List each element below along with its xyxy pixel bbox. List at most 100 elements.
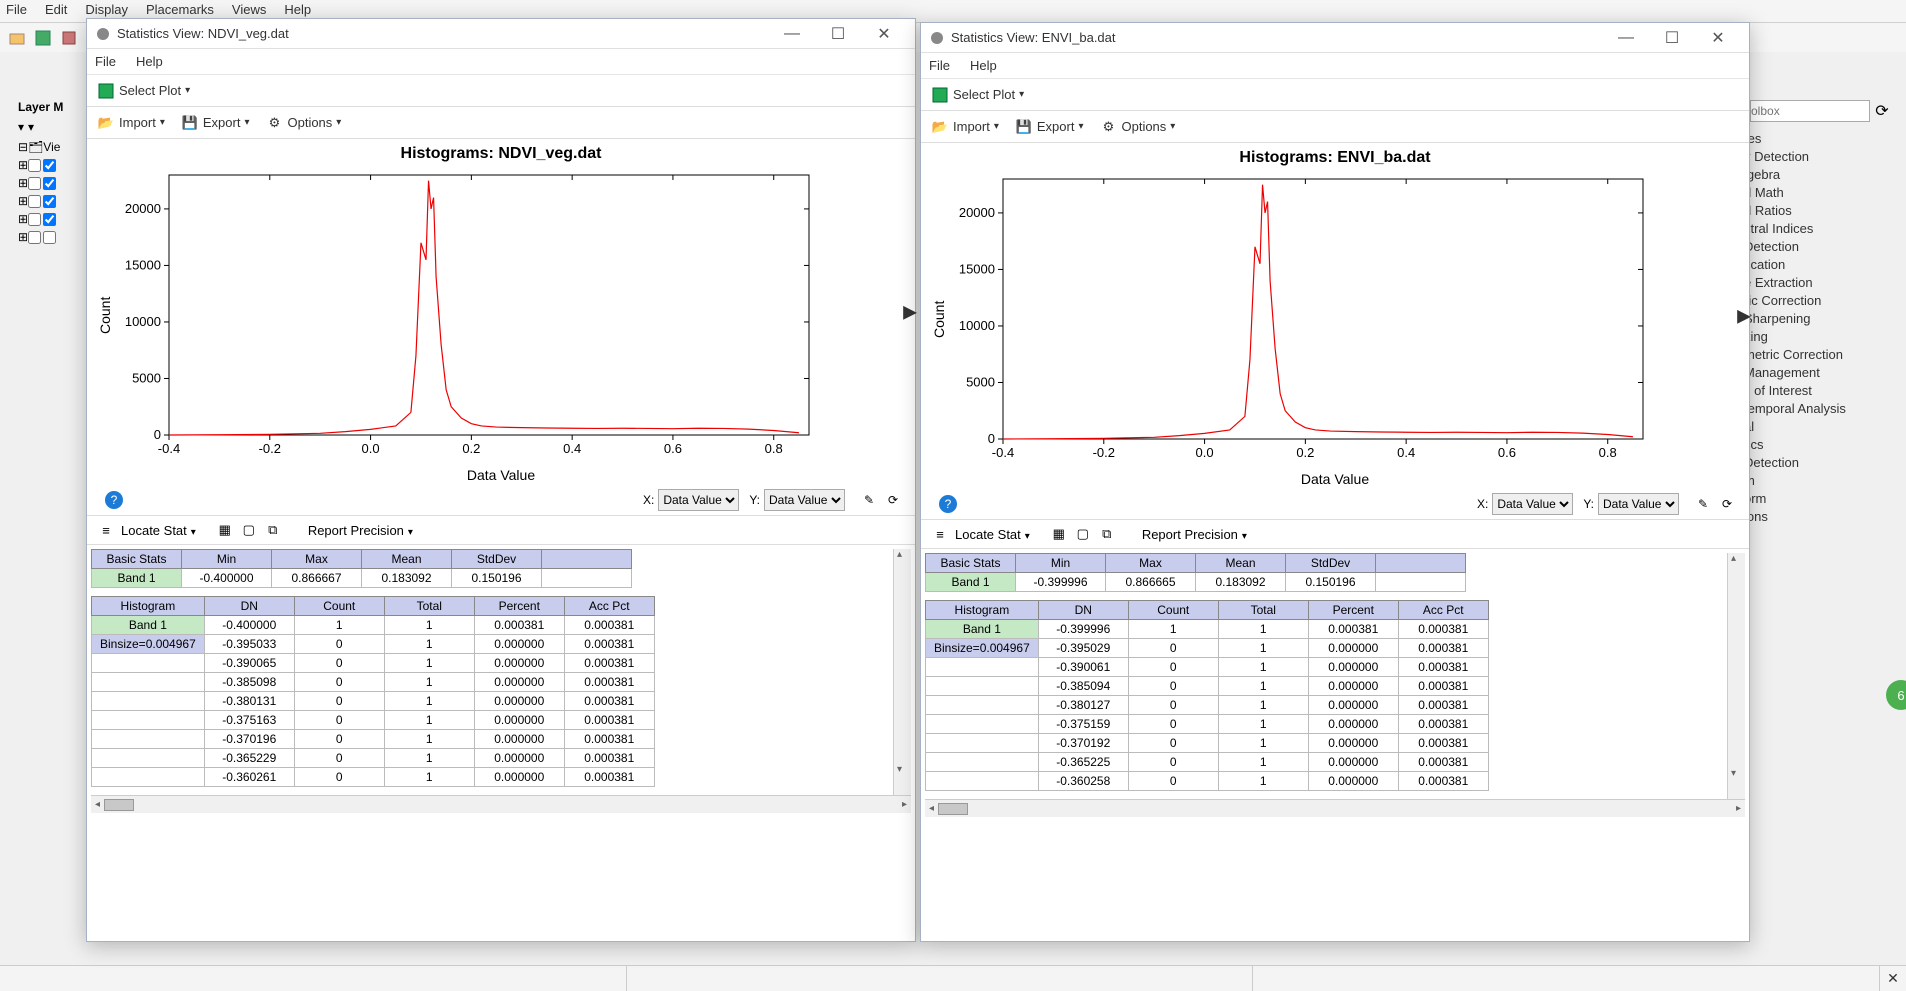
layer-root[interactable]: Vie: [43, 140, 60, 154]
toolbox-item[interactable]: fication: [1744, 256, 1904, 274]
notification-badge[interactable]: 6: [1886, 680, 1906, 710]
menu-file[interactable]: File: [929, 58, 950, 73]
select-all-icon[interactable]: ▦: [216, 521, 234, 539]
deselect-icon[interactable]: ▢: [1074, 525, 1092, 543]
histogram-table[interactable]: HistogramDNCountTotalPercentAcc PctBand …: [91, 596, 655, 787]
toolbox-item[interactable]: e Extraction: [1744, 274, 1904, 292]
minimize-button[interactable]: —: [1603, 24, 1649, 52]
x-axis-select[interactable]: Data Value: [658, 489, 739, 511]
eyedropper-icon[interactable]: ✎: [859, 490, 879, 510]
layer-check-3b[interactable]: [43, 195, 56, 208]
table-row[interactable]: -0.370192010.0000000.000381: [926, 734, 1489, 753]
table-row[interactable]: -0.375163010.0000000.000381: [92, 711, 655, 730]
toolbox-item[interactable]: Detection: [1744, 238, 1904, 256]
x-axis-select[interactable]: Data Value: [1492, 493, 1573, 515]
select-all-icon[interactable]: ▦: [1050, 525, 1068, 543]
table-row[interactable]: Binsize=0.004967-0.395029010.0000000.000…: [926, 639, 1489, 658]
table-row[interactable]: -0.365229010.0000000.000381: [92, 749, 655, 768]
layer-check-2[interactable]: [28, 177, 41, 190]
locate-stat-button[interactable]: Locate Stat▾: [121, 523, 196, 538]
plot-canvas[interactable]: -0.4-0.20.00.20.40.60.805000100001500020…: [119, 165, 907, 465]
toolbox-search-input[interactable]: [1750, 100, 1870, 122]
table-row[interactable]: -0.375159010.0000000.000381: [926, 715, 1489, 734]
toolbox-item[interactable]: king: [1744, 328, 1904, 346]
horizontal-scrollbar[interactable]: ◂▸: [925, 799, 1745, 817]
export-button[interactable]: 💾Export▾: [1015, 118, 1084, 136]
layer-check-4b[interactable]: [43, 213, 56, 226]
table-row[interactable]: -0.385094010.0000000.000381: [926, 677, 1489, 696]
layer-check-1[interactable]: [28, 159, 41, 172]
menu-help[interactable]: Help: [136, 54, 163, 69]
toolbox-item[interactable]: d Ratios: [1744, 202, 1904, 220]
toolbox-item[interactable]: tes: [1744, 130, 1904, 148]
open-icon[interactable]: [6, 27, 28, 49]
expand-icon[interactable]: ▾: [28, 120, 34, 134]
menu-help[interactable]: Help: [970, 58, 997, 73]
table-row[interactable]: -0.370196010.0000000.000381: [92, 730, 655, 749]
deselect-icon[interactable]: ▢: [240, 521, 258, 539]
basic-stats-table[interactable]: Basic StatsMinMaxMeanStdDevBand 1-0.3999…: [925, 553, 1466, 592]
toolbox-item[interactable]: Detection: [1744, 454, 1904, 472]
titlebar[interactable]: Statistics View: ENVI_ba.dat — ☐ ✕: [921, 23, 1749, 53]
layer-check-5b[interactable]: [43, 231, 56, 244]
report-precision-button[interactable]: Report Precision▾: [1142, 527, 1247, 542]
histogram-table[interactable]: HistogramDNCountTotalPercentAcc PctBand …: [925, 600, 1489, 791]
table-row[interactable]: -0.390061010.0000000.000381: [926, 658, 1489, 677]
select-plot-button[interactable]: Select Plot▾: [931, 86, 1024, 104]
minimize-button[interactable]: —: [769, 20, 815, 48]
select-plot-button[interactable]: Select Plot▾: [97, 82, 190, 100]
table-row[interactable]: -0.385098010.0000000.000381: [92, 673, 655, 692]
maximize-button[interactable]: ☐: [1649, 24, 1695, 52]
toolbox-item[interactable]: Sharpening: [1744, 310, 1904, 328]
layer-check-1b[interactable]: [43, 159, 56, 172]
horizontal-scrollbar[interactable]: ◂▸: [91, 795, 911, 813]
refresh-icon[interactable]: ⟳: [1870, 100, 1894, 122]
maximize-button[interactable]: ☐: [815, 20, 861, 48]
toolbox-item[interactable]: s of Interest: [1744, 382, 1904, 400]
statusbar-close-icon[interactable]: ✕: [1880, 966, 1906, 991]
eyedropper-icon[interactable]: ✎: [1693, 494, 1713, 514]
close-button[interactable]: ✕: [861, 20, 907, 48]
reset-icon[interactable]: ⟳: [1717, 494, 1737, 514]
vertical-scrollbar[interactable]: [893, 549, 911, 795]
expand-handle-icon[interactable]: ▶: [1737, 306, 1751, 327]
table-row[interactable]: -0.365225010.0000000.000381: [926, 753, 1489, 772]
menu-file[interactable]: File: [95, 54, 116, 69]
toolbox-item[interactable]: ions: [1744, 508, 1904, 526]
export-button[interactable]: 💾Export▾: [181, 114, 250, 132]
help-icon[interactable]: ?: [105, 491, 123, 509]
tree-toggle-icon[interactable]: ⊟: [18, 140, 28, 154]
table-row[interactable]: Band 1-0.399996110.0003810.000381: [926, 620, 1489, 639]
table-row[interactable]: -0.390065010.0000000.000381: [92, 654, 655, 673]
vertical-scrollbar[interactable]: [1727, 553, 1745, 799]
toolbox-item[interactable]: ric Correction: [1744, 292, 1904, 310]
collapse-icon[interactable]: ▾: [18, 120, 24, 134]
toolbox-item[interactable]: d Math: [1744, 184, 1904, 202]
locate-stat-button[interactable]: Locate Stat▾: [955, 527, 1030, 542]
toolbox-item[interactable]: metric Correction: [1744, 346, 1904, 364]
tool-icon[interactable]: [58, 27, 80, 49]
expand-handle-icon[interactable]: ▶: [903, 302, 917, 323]
basic-stats-table[interactable]: Basic StatsMinMaxMeanStdDevBand 1-0.4000…: [91, 549, 632, 588]
menu-edit[interactable]: Edit: [45, 2, 67, 20]
table-row[interactable]: Binsize=0.004967-0.395033010.0000000.000…: [92, 635, 655, 654]
table-row[interactable]: Band 1-0.400000110.0003810.000381: [92, 616, 655, 635]
report-precision-button[interactable]: Report Precision▾: [308, 523, 413, 538]
layer-check-2b[interactable]: [43, 177, 56, 190]
table-row[interactable]: -0.380131010.0000000.000381: [92, 692, 655, 711]
y-axis-select[interactable]: Data Value: [1598, 493, 1679, 515]
save-icon[interactable]: [32, 27, 54, 49]
table-row[interactable]: -0.380127010.0000000.000381: [926, 696, 1489, 715]
toolbox-item[interactable]: y Detection: [1744, 148, 1904, 166]
copy-icon[interactable]: ⧉: [264, 521, 282, 539]
menu-file[interactable]: File: [6, 2, 27, 20]
toolbox-item[interactable]: orm: [1744, 490, 1904, 508]
toolbox-item[interactable]: ctral Indices: [1744, 220, 1904, 238]
toolbox-item[interactable]: Management: [1744, 364, 1904, 382]
toolbox-item[interactable]: temporal Analysis: [1744, 400, 1904, 418]
toolbox-item[interactable]: tics: [1744, 436, 1904, 454]
y-axis-select[interactable]: Data Value: [764, 489, 845, 511]
help-icon[interactable]: ?: [939, 495, 957, 513]
close-button[interactable]: ✕: [1695, 24, 1741, 52]
toolbox-item[interactable]: lgebra: [1744, 166, 1904, 184]
